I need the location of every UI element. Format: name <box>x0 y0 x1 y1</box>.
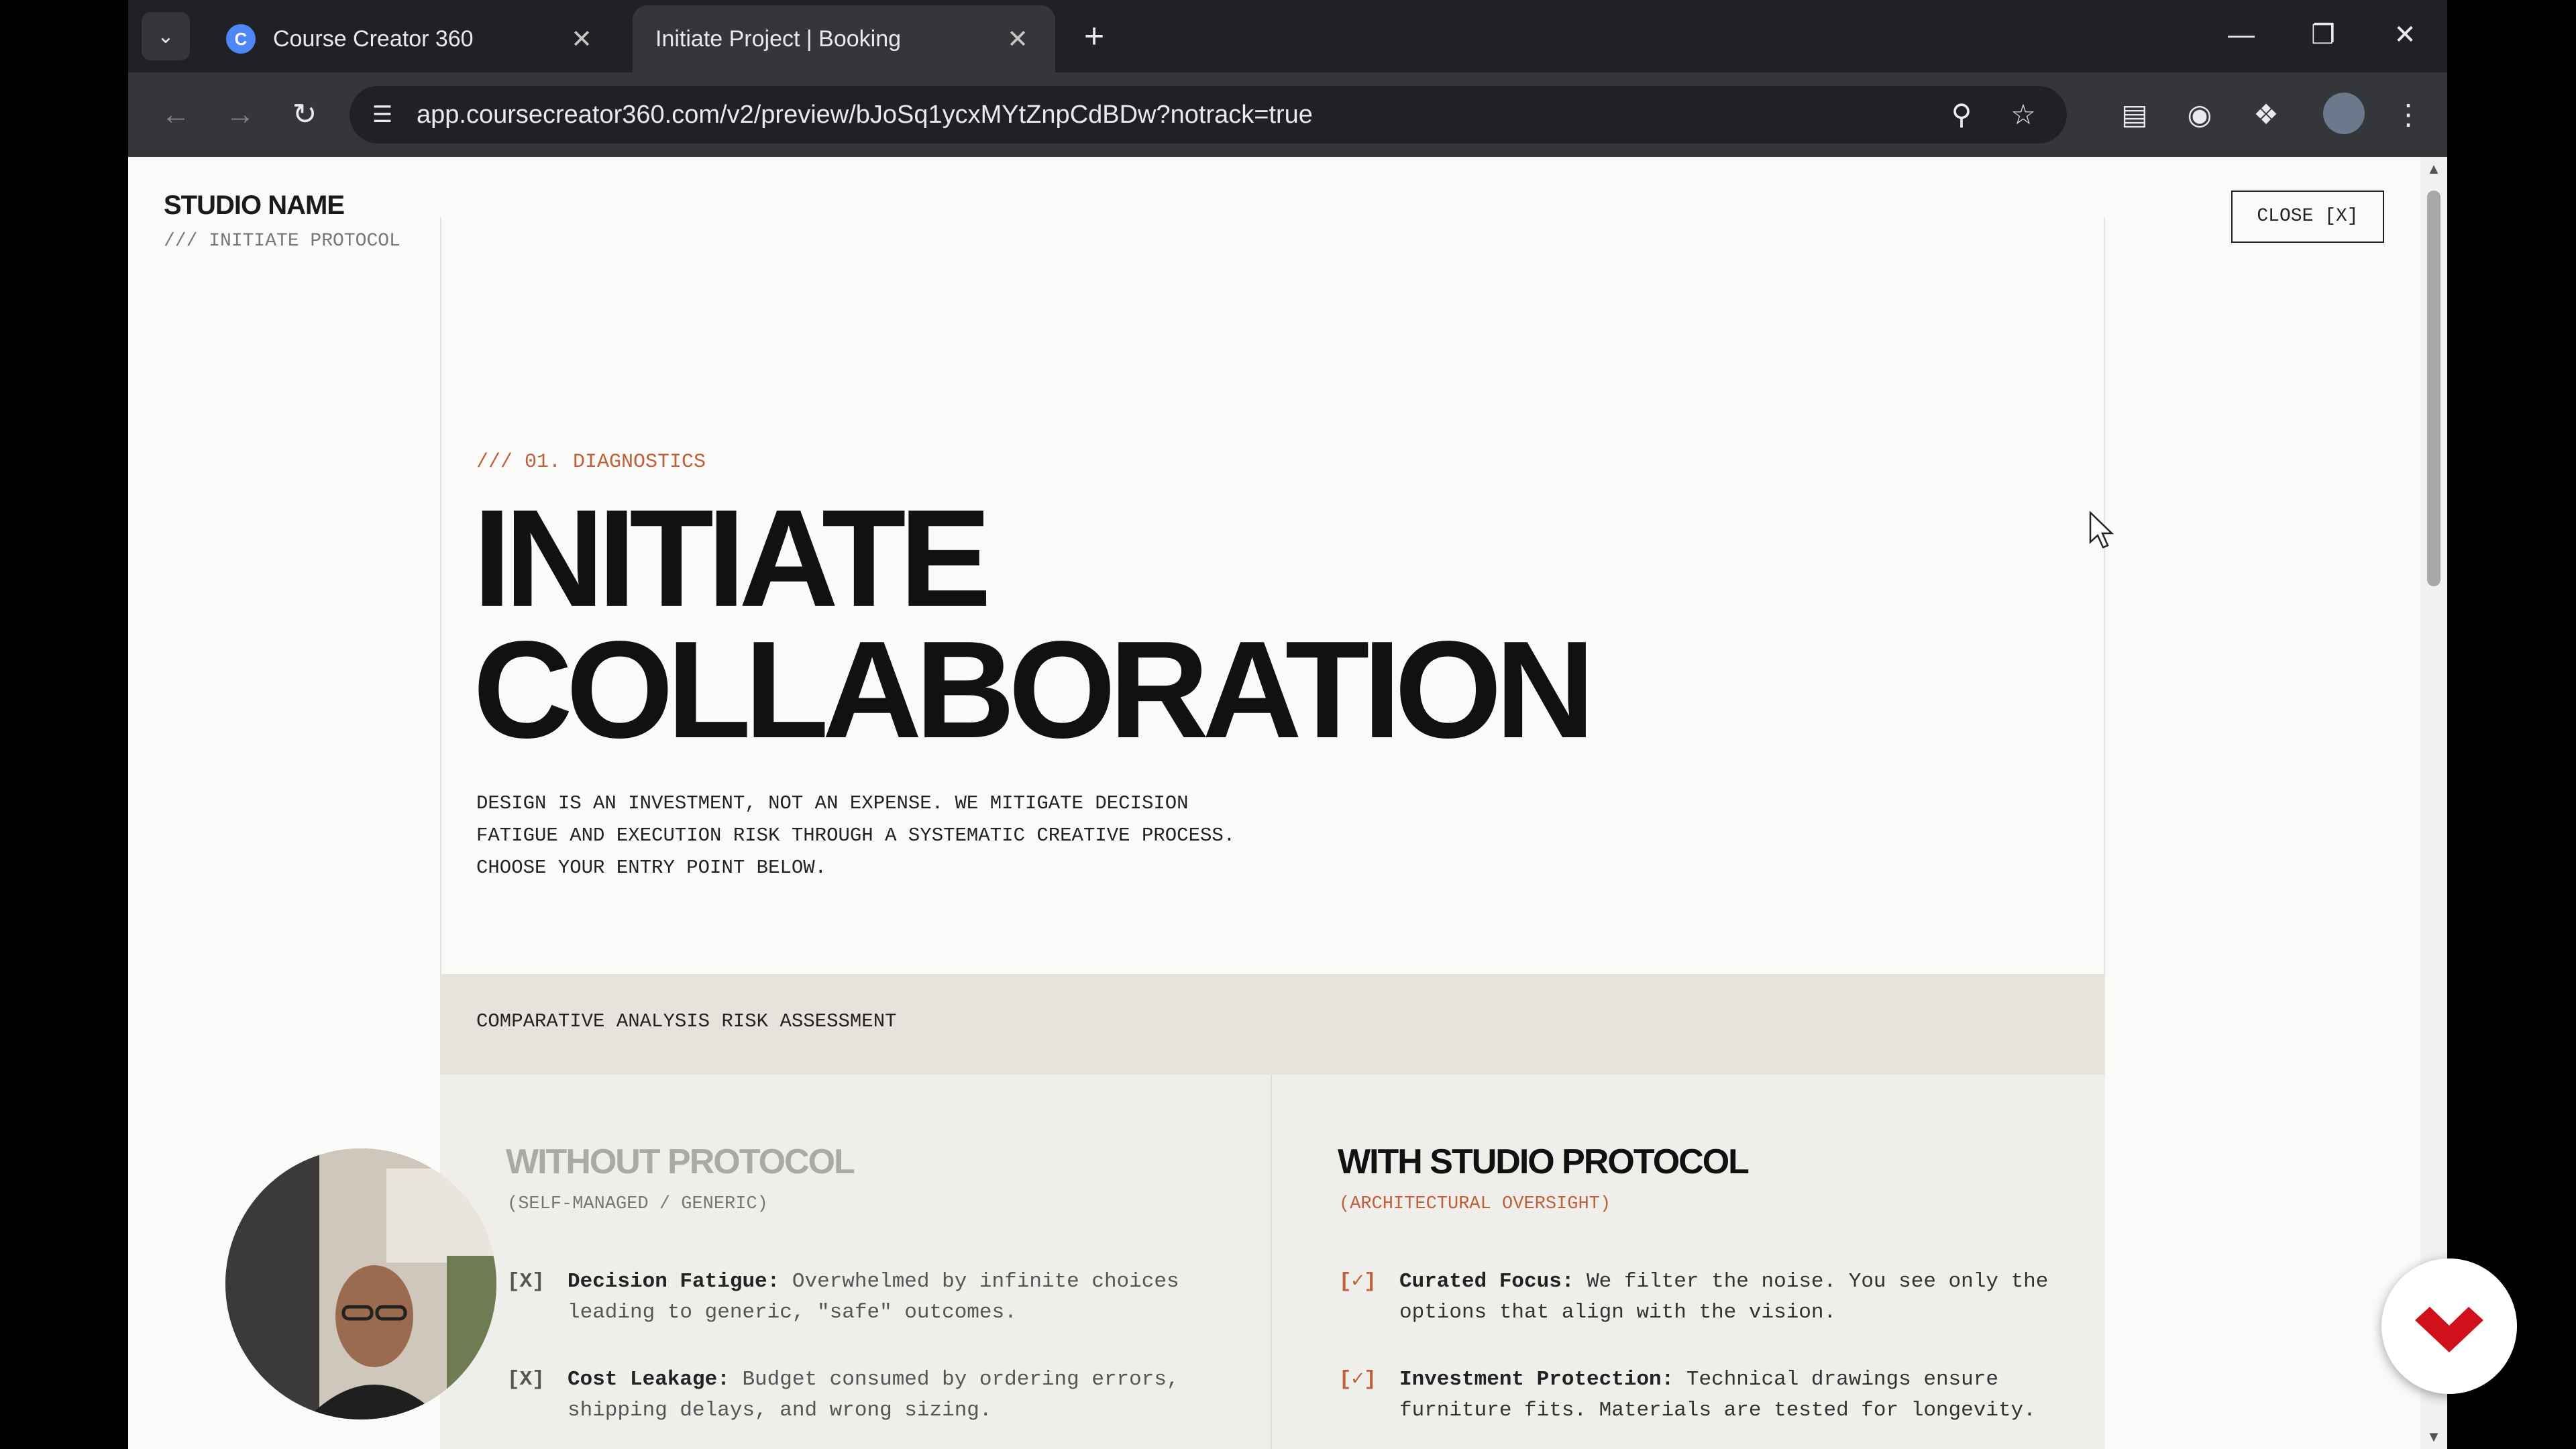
tab-search-button[interactable]: ⌄ <box>142 12 190 60</box>
check-mark-icon: [✓] <box>1339 1368 1377 1391</box>
extensions-puzzle-icon[interactable]: ❖ <box>2244 93 2288 137</box>
favicon-icon: C <box>226 24 256 54</box>
close-window-button[interactable]: ✕ <box>2378 13 2432 56</box>
hero-description: DESIGN IS AN INVESTMENT, NOT AN EXPENSE.… <box>476 792 1236 879</box>
menu-kebab-icon[interactable]: ⋮ <box>2386 93 2430 137</box>
chevron-down-icon: ⌄ <box>157 25 174 48</box>
item-label: Investment Protection: <box>1399 1368 1674 1391</box>
site-settings-icon[interactable]: ☰ <box>366 98 399 131</box>
item-label: Cost Leakage: <box>568 1368 730 1391</box>
mouse-cursor-icon <box>2089 511 2114 549</box>
with-title: WITH STUDIO PROTOCOL <box>1338 1142 1750 1181</box>
document-extension-icon[interactable]: ▤ <box>2112 93 2157 137</box>
address-bar[interactable]: ☰ app.coursecreator360.com/v2/preview/bJ… <box>350 86 2067 144</box>
forward-button[interactable]: → <box>217 91 264 138</box>
studio-subtitle: /// INITIATE PROTOCOL <box>164 231 400 252</box>
hero-line-1: INITIATE <box>473 481 991 635</box>
extension-globe-icon[interactable]: ◉ <box>2178 93 2222 137</box>
toolbar: ← → ↻ ☰ app.coursecreator360.com/v2/prev… <box>128 72 2447 157</box>
tab-bar: ⌄ C Course Creator 360 ✕ Initiate Projec… <box>128 0 2447 72</box>
reload-button[interactable]: ↻ <box>281 91 328 138</box>
tab-initiate-project[interactable]: Initiate Project | Booking ✕ <box>633 5 1055 72</box>
check-mark-icon: [✓] <box>1339 1270 1377 1293</box>
section-eyebrow: /// 01. DIAGNOSTICS <box>476 451 706 474</box>
without-protocol-column: WITHOUT PROTOCOL (SELF-MANAGED / GENERIC… <box>440 1075 1272 1449</box>
brand-badge[interactable] <box>2381 1258 2517 1394</box>
url-text[interactable]: app.coursecreator360.com/v2/preview/bJoS… <box>417 86 1313 144</box>
close-tab-icon[interactable]: ✕ <box>567 24 596 54</box>
without-title: WITHOUT PROTOCOL <box>506 1142 855 1181</box>
new-tab-button[interactable]: + <box>1074 17 1114 58</box>
restore-button[interactable]: ❐ <box>2296 13 2350 56</box>
scroll-up-icon[interactable]: ▲ <box>2424 160 2443 178</box>
comparison-header: COMPARATIVE ANALYSIS RISK ASSESSMENT <box>440 974 2105 1075</box>
hero-heading: INITIATE COLLABORATION <box>473 481 1595 767</box>
zoom-icon[interactable]: ⚲ <box>1939 93 1984 137</box>
scroll-down-icon[interactable]: ▼ <box>2424 1428 2443 1446</box>
tab-title: Initiate Project | Booking <box>655 25 902 52</box>
close-tab-icon[interactable]: ✕ <box>1003 24 1032 54</box>
minimize-button[interactable]: — <box>2214 13 2268 56</box>
vertical-scrollbar[interactable]: ▲ ▼ <box>2420 157 2447 1449</box>
webcam-overlay <box>225 1148 496 1419</box>
bookmark-star-icon[interactable]: ☆ <box>2001 93 2045 137</box>
x-mark-icon: [X] <box>507 1368 545 1391</box>
item-label: Decision Fatigue: <box>568 1270 780 1293</box>
tab-course-creator[interactable]: C Course Creator 360 ✕ <box>203 5 619 72</box>
tab-title: Course Creator 360 <box>273 25 474 52</box>
x-mark-icon: [X] <box>507 1270 545 1293</box>
close-button[interactable]: CLOSE [X] <box>2231 191 2384 243</box>
profile-avatar[interactable] <box>2323 93 2365 134</box>
back-button[interactable]: ← <box>152 91 199 138</box>
hero-line-2: COLLABORATION <box>473 612 1595 767</box>
with-tag: (ARCHITECTURAL OVERSIGHT) <box>1339 1194 1611 1214</box>
studio-name[interactable]: STUDIO NAME <box>164 191 345 221</box>
with-protocol-column: WITH STUDIO PROTOCOL (ARCHITECTURAL OVER… <box>1272 1075 2105 1449</box>
comparison-title: COMPARATIVE ANALYSIS RISK ASSESSMENT <box>476 1010 897 1032</box>
scrollbar-thumb[interactable] <box>2427 191 2440 586</box>
right-divider <box>2104 217 2105 975</box>
without-tag: (SELF-MANAGED / GENERIC) <box>507 1194 768 1214</box>
item-label: Curated Focus: <box>1399 1270 1574 1293</box>
brand-logo-icon <box>2415 1307 2483 1352</box>
presenter-video-icon <box>225 1148 496 1419</box>
